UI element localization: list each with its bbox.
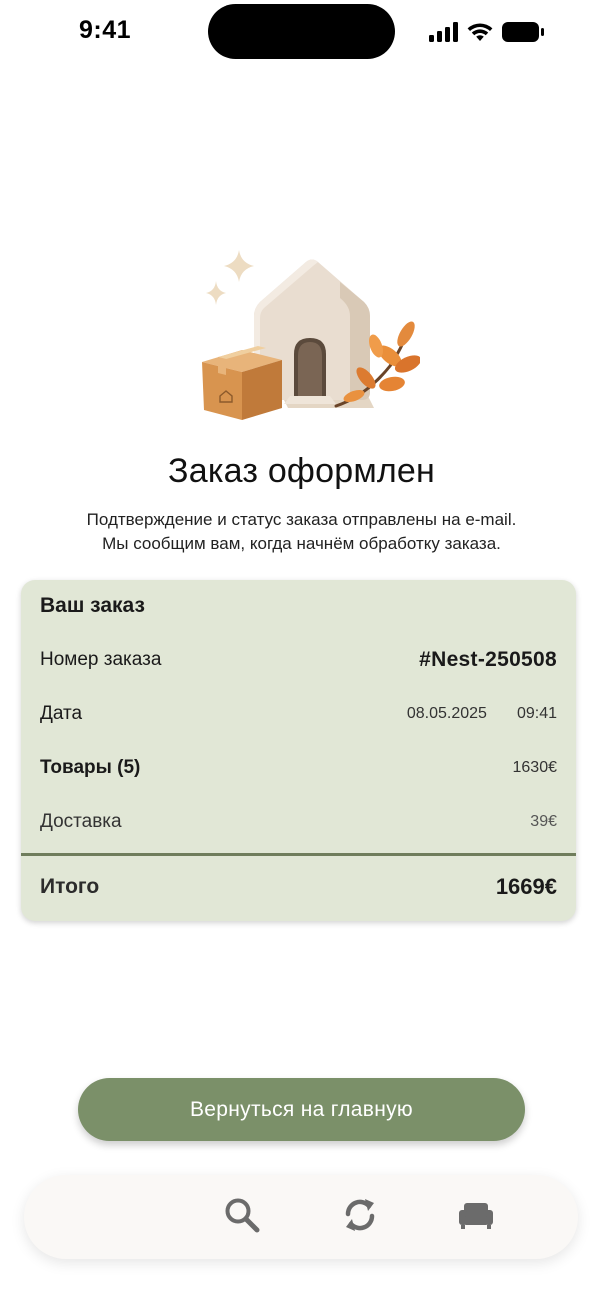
order-delivery-label: Доставка	[40, 811, 122, 832]
cellular-signal-icon	[429, 22, 459, 42]
bottom-nav	[24, 1175, 578, 1259]
total-divider	[21, 853, 576, 856]
order-items-value: 1630€	[512, 759, 558, 776]
confirmation-message-line: Подтверждение и статус заказа отправлены…	[86, 510, 517, 529]
confirmation-message-line: Мы сообщим вам, когда начнём обработку з…	[102, 534, 501, 553]
order-delivery-row: Доставка 39€	[40, 807, 557, 837]
back-to-home-button[interactable]: Вернуться на главную	[78, 1078, 525, 1141]
order-number-row: Номер заказа #Nest-250508	[40, 645, 557, 675]
order-total-label: Итого	[40, 875, 100, 898]
order-time-value: 09:41	[516, 705, 557, 722]
nav-furniture-button[interactable]	[454, 1195, 498, 1239]
order-summary-heading: Ваш заказ	[40, 594, 145, 617]
dynamic-island	[208, 4, 395, 59]
order-total-value: 1669€	[495, 874, 557, 899]
refresh-icon	[339, 1194, 381, 1241]
order-number-value: #Nest-250508	[419, 648, 557, 671]
confirmation-message: Подтверждение и статус заказа отправлены…	[0, 508, 603, 556]
order-date-value: 08.05.2025	[406, 705, 487, 722]
page-title: Заказ оформлен	[167, 452, 436, 490]
sparkle-icon	[206, 281, 226, 305]
sparkle-icon	[224, 250, 254, 282]
status-time: 9:41	[79, 16, 132, 44]
order-date-row: Дата 08.05.2025 09:41	[40, 699, 557, 729]
order-date-label: Дата	[40, 703, 83, 724]
order-items-label: Товары (5)	[40, 757, 141, 778]
order-delivery-value: 39€	[530, 813, 557, 830]
order-total-row: Итого 1669€	[40, 872, 557, 902]
nav-refresh-button[interactable]	[338, 1195, 382, 1239]
search-icon	[222, 1195, 262, 1240]
order-number-label: Номер заказа	[40, 649, 162, 670]
sofa-icon	[456, 1195, 496, 1240]
order-success-illustration	[190, 246, 422, 426]
order-summary-card: Ваш заказ Номер заказа #Nest-250508 Дата…	[21, 580, 576, 921]
order-items-row: Товары (5) 1630€	[40, 753, 557, 783]
nav-search-button[interactable]	[220, 1195, 264, 1239]
status-bar: 9:41	[0, 0, 603, 64]
wifi-icon	[467, 22, 493, 42]
order-datetime: 08.05.2025 09:41	[407, 705, 557, 723]
status-icons	[429, 20, 545, 44]
battery-icon	[501, 21, 545, 43]
